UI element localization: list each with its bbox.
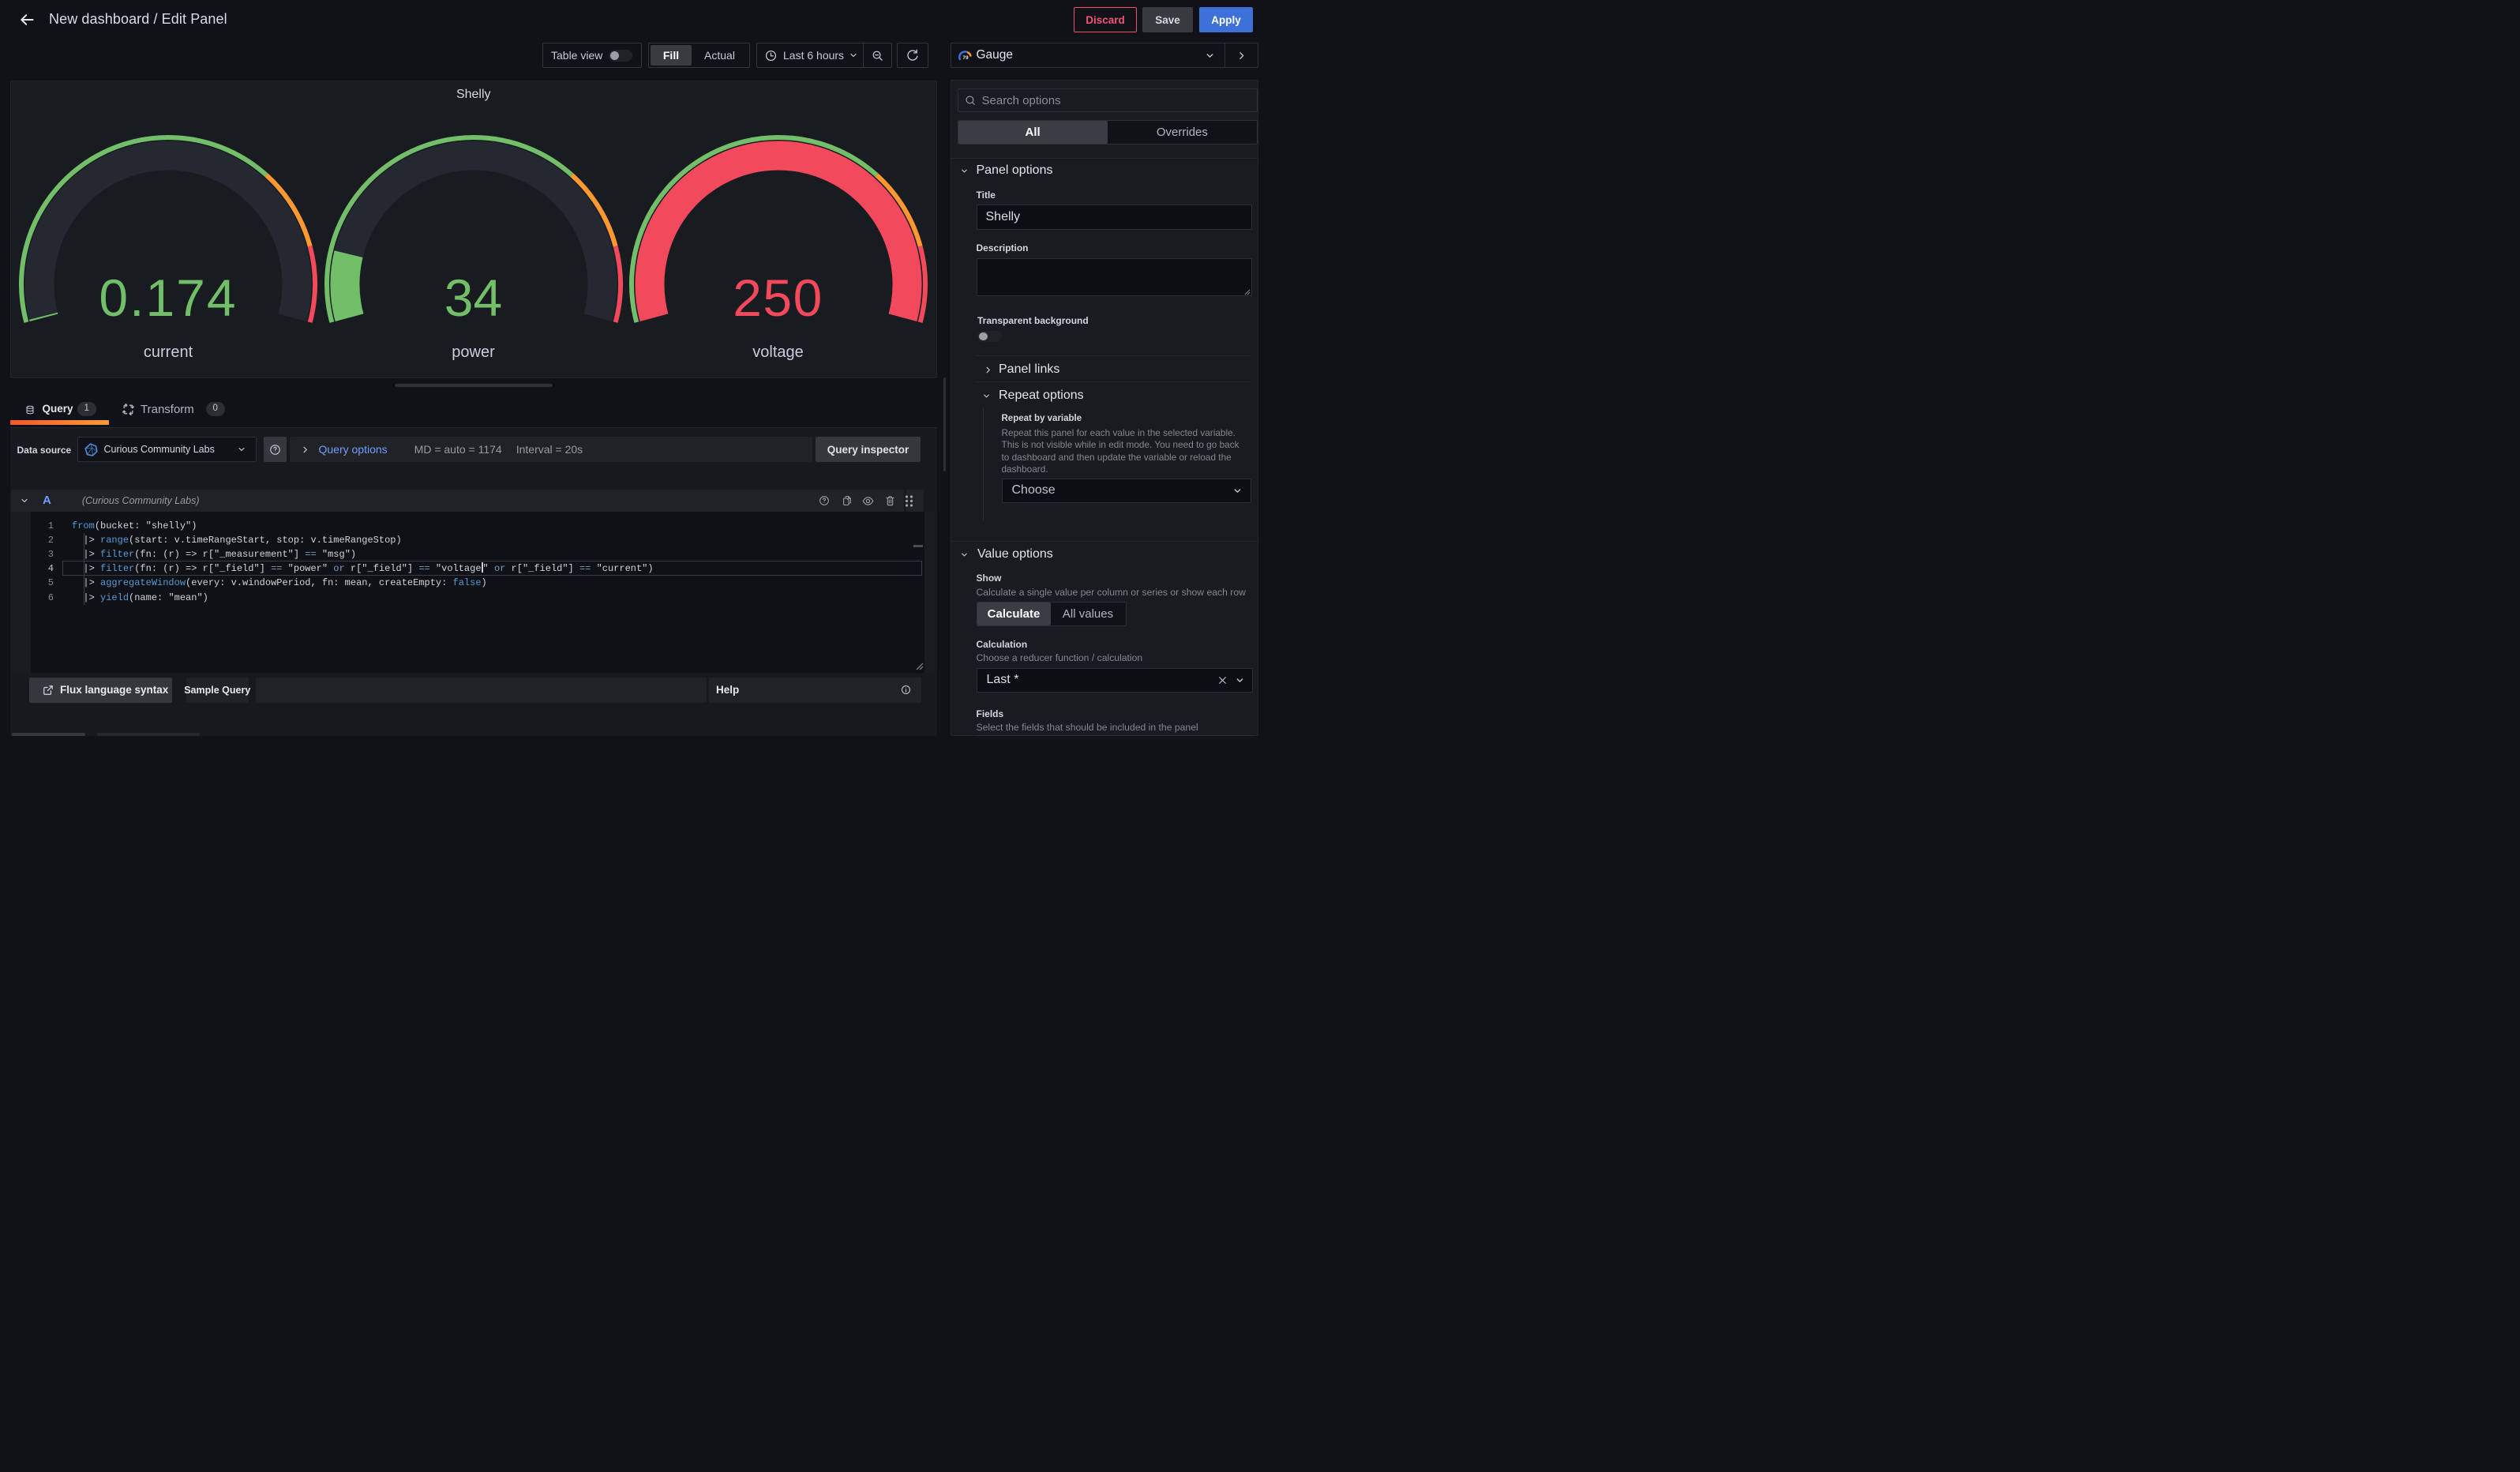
svg-text:79: 79 (962, 55, 969, 61)
